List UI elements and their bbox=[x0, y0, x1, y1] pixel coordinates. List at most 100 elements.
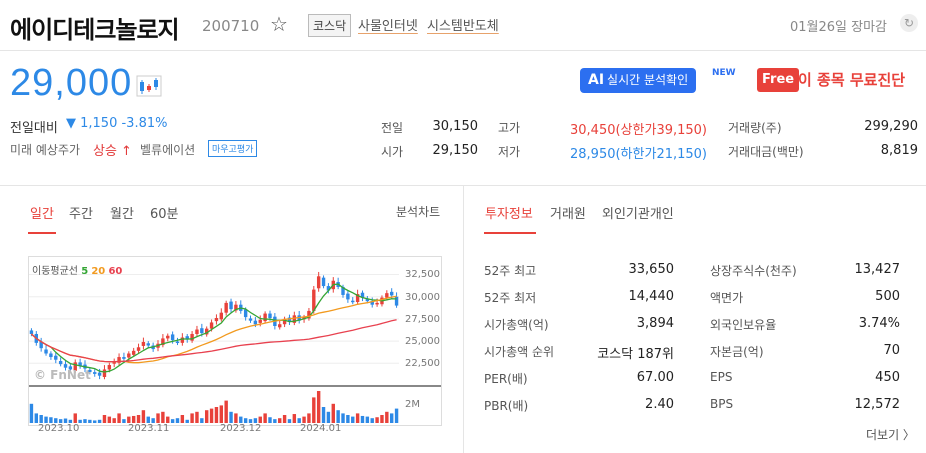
volume-bar bbox=[326, 411, 331, 423]
info-value: 67.00 bbox=[636, 370, 674, 385]
volume-bar bbox=[219, 405, 224, 423]
open-label: 시가 bbox=[381, 145, 404, 159]
candle-body bbox=[219, 312, 224, 320]
candle-body bbox=[321, 277, 326, 287]
volume-bar bbox=[190, 413, 194, 423]
volume-bar bbox=[209, 408, 214, 423]
info-label: 액면가 bbox=[710, 291, 744, 305]
candle-body bbox=[190, 333, 194, 341]
candle-body bbox=[351, 300, 355, 303]
high-value: 30,450(상한가39,150) bbox=[570, 123, 707, 138]
tab-invest-info[interactable]: 투자정보 bbox=[485, 203, 533, 222]
info-value: 코스닥 187위 bbox=[597, 347, 674, 362]
ai-analysis-button[interactable]: AI 실시간 분석확인 bbox=[580, 68, 697, 93]
volume-bar bbox=[380, 415, 384, 423]
volume-bar bbox=[161, 411, 165, 423]
info-value: 33,650 bbox=[628, 262, 675, 277]
info-value: 13,427 bbox=[854, 262, 901, 277]
y-tick: 32,500 bbox=[405, 269, 440, 280]
volume-bar bbox=[102, 415, 107, 423]
volume-bar bbox=[375, 417, 379, 423]
ma-legend: 이동평균선 5 20 60 bbox=[32, 262, 122, 277]
sector-tag-iot[interactable]: 사물인터넷 bbox=[358, 15, 418, 34]
y-tick: 25,000 bbox=[405, 336, 440, 347]
info-label: EPS bbox=[710, 370, 733, 384]
candle-body bbox=[394, 296, 399, 306]
volume-bar bbox=[180, 415, 185, 423]
candle-body bbox=[229, 301, 233, 310]
volume-bar bbox=[29, 403, 34, 423]
refresh-icon[interactable]: ↻ bbox=[900, 14, 918, 32]
x-tick: 2024.01 bbox=[300, 423, 342, 434]
tab-weekly[interactable]: 주간 bbox=[69, 203, 93, 222]
x-tick: 2023.12 bbox=[220, 423, 262, 434]
volume-bar bbox=[39, 415, 43, 423]
favorite-star-icon[interactable]: ☆ bbox=[270, 12, 288, 36]
x-tick: 2023.11 bbox=[128, 423, 170, 434]
volume-bar bbox=[200, 418, 204, 423]
volume-bar bbox=[394, 408, 399, 423]
volume-bar bbox=[141, 410, 146, 423]
candle-body bbox=[127, 353, 131, 358]
candle-body bbox=[44, 349, 48, 354]
volume-label: 거래량(주) bbox=[728, 121, 782, 135]
info-value: 70 bbox=[883, 343, 900, 358]
candle-body bbox=[54, 355, 58, 360]
volume-bar bbox=[93, 420, 97, 423]
volume-bar bbox=[312, 397, 316, 423]
volume-bar bbox=[385, 411, 389, 423]
tab-daily-underline bbox=[28, 232, 56, 234]
valuation-label: 벨류에이션 bbox=[140, 143, 196, 157]
candle-body bbox=[268, 313, 272, 319]
volume-bar bbox=[117, 413, 121, 423]
sector-tag-semiconductor[interactable]: 시스템반도체 bbox=[427, 15, 499, 34]
ma-20: 20 bbox=[91, 266, 106, 277]
candle-body bbox=[346, 293, 350, 300]
candle-body bbox=[49, 353, 53, 358]
volume-bar bbox=[131, 415, 136, 423]
volume-bar bbox=[278, 418, 282, 423]
candle-body bbox=[102, 369, 107, 378]
volume-bar bbox=[331, 403, 335, 423]
amount-value: 8,819 bbox=[880, 143, 918, 158]
chart-watermark: © FnNet bbox=[34, 368, 91, 382]
info-value: 450 bbox=[875, 370, 900, 385]
tab-daily[interactable]: 일간 bbox=[30, 203, 54, 222]
volume-value: 299,290 bbox=[864, 119, 918, 134]
info-label: PER(배) bbox=[484, 372, 528, 386]
volume-bar bbox=[292, 414, 297, 423]
info-label: 52주 최저 bbox=[484, 291, 537, 305]
tab-60min[interactable]: 60분 bbox=[150, 203, 179, 222]
open-value: 29,150 bbox=[432, 143, 479, 158]
volume-bar bbox=[282, 415, 287, 423]
volume-bar bbox=[195, 411, 199, 423]
stock-chart[interactable] bbox=[28, 256, 442, 426]
free-diagnosis-link[interactable]: 이 종목 무료진단 bbox=[798, 69, 905, 90]
valuation-button[interactable]: 마우고평가 bbox=[208, 140, 258, 157]
volume-bar bbox=[365, 416, 370, 423]
info-value: 14,440 bbox=[628, 289, 675, 304]
volume-bar bbox=[224, 400, 228, 423]
more-link[interactable]: 더보기 〉 bbox=[866, 426, 915, 443]
y-tick: 30,000 bbox=[405, 292, 440, 303]
ma20-line bbox=[30, 295, 397, 364]
volume-bar bbox=[346, 415, 350, 423]
volume-bar bbox=[229, 411, 233, 423]
ai-label: AI bbox=[588, 72, 605, 88]
volume-bar bbox=[351, 416, 355, 423]
low-label: 저가 bbox=[498, 145, 521, 159]
info-label: 자본금(억) bbox=[710, 345, 764, 359]
candle-body bbox=[389, 291, 394, 296]
volume-bar bbox=[336, 410, 340, 423]
volume-bar bbox=[273, 419, 277, 423]
tab-investor[interactable]: 외인기관개인 bbox=[602, 203, 674, 222]
volume-bar bbox=[156, 413, 160, 423]
tab-monthly[interactable]: 월간 bbox=[110, 203, 134, 222]
candle-body bbox=[224, 302, 228, 313]
volume-bar bbox=[234, 413, 238, 423]
candle-body bbox=[175, 341, 180, 344]
volume-bar bbox=[97, 419, 102, 423]
analysis-chart-link[interactable]: 분석차트 bbox=[396, 203, 440, 220]
free-badge[interactable]: Free bbox=[757, 68, 800, 92]
tab-broker[interactable]: 거래원 bbox=[550, 203, 586, 222]
